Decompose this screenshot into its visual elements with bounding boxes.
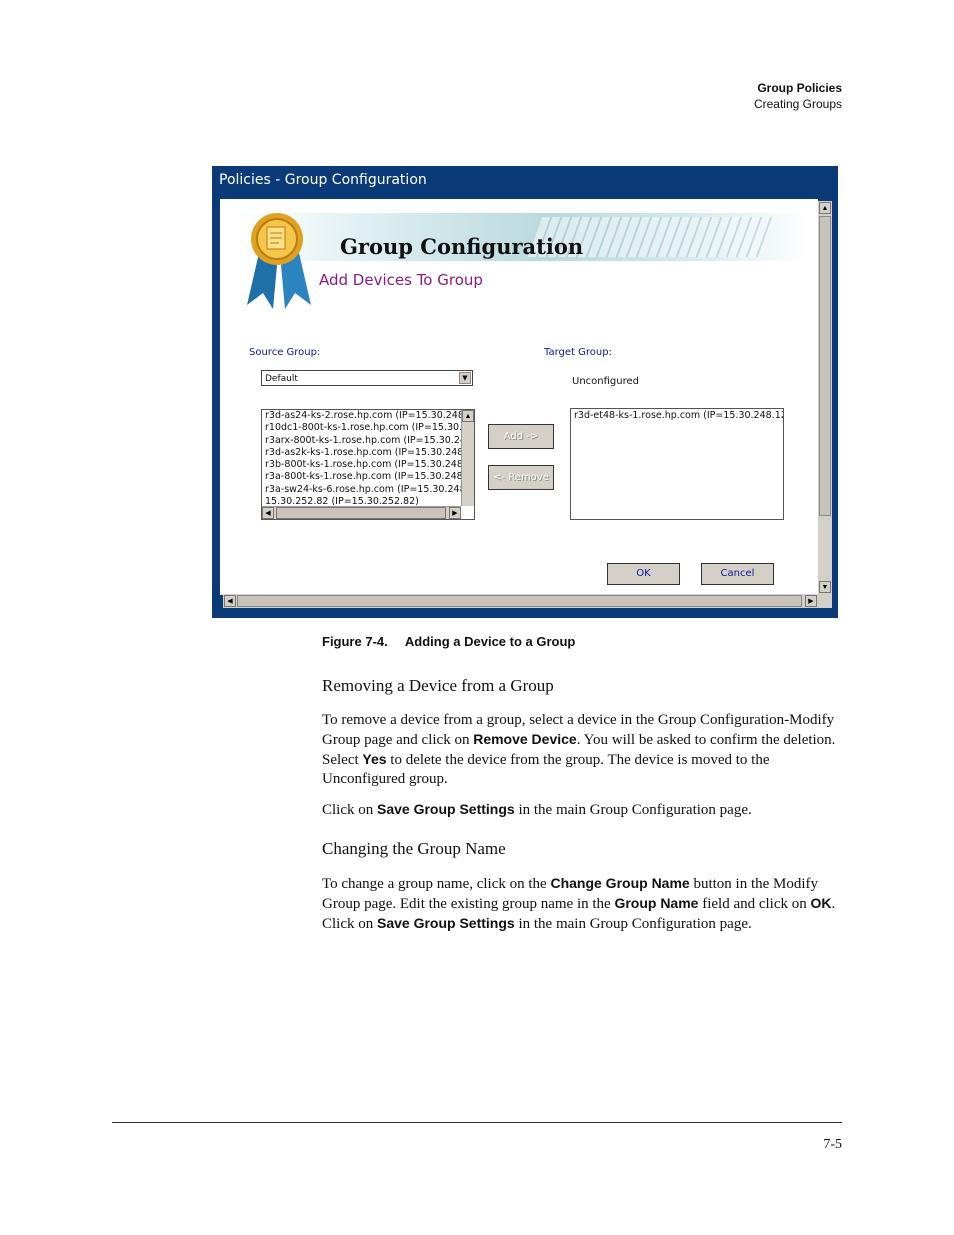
list-item[interactable]: r3d-as24-ks-2.rose.hp.com (IP=15.30.248.… <box>262 410 474 422</box>
source-device-list[interactable]: r3d-as24-ks-2.rose.hp.com (IP=15.30.248.… <box>261 409 475 520</box>
scroll-left-icon[interactable]: ◀ <box>224 595 236 607</box>
target-group-value: Unconfigured <box>572 376 639 387</box>
chevron-down-icon[interactable]: ▼ <box>459 372 471 384</box>
scroll-thumb[interactable] <box>237 595 802 607</box>
ui-term: Change Group Name <box>550 875 690 891</box>
target-device-list[interactable]: r3d-et48-ks-1.rose.hp.com (IP=15.30.248.… <box>570 408 784 520</box>
list-item[interactable]: r3a-800t-ks-1.rose.hp.com (IP=15.30.248.… <box>262 471 474 483</box>
award-ribbon-icon <box>247 213 311 309</box>
text-run: Click on <box>322 802 377 818</box>
source-group-select[interactable]: Default ▼ <box>261 370 473 386</box>
source-group-select-value: Default <box>265 374 298 384</box>
text-run: in the main Group Configuration page. <box>514 916 752 932</box>
list-item[interactable]: r10dc1-800t-ks-1.rose.hp.com (IP=15.30.2… <box>262 422 474 434</box>
banner-title: Group Configuration <box>340 234 584 259</box>
list-item[interactable]: r3arx-800t-ks-1.rose.hp.com (IP=15.30.24… <box>262 435 474 447</box>
text-run: in the main Group Configuration page. <box>514 802 752 818</box>
ok-button[interactable]: OK <box>607 563 680 585</box>
ui-term: Group Name <box>614 895 699 911</box>
add-button[interactable]: Add -> <box>488 424 554 449</box>
scroll-left-icon[interactable]: ◀ <box>262 507 274 519</box>
ui-term: Save Group Settings <box>377 915 515 931</box>
scroll-down-icon[interactable]: ▼ <box>819 581 831 593</box>
scroll-right-icon[interactable]: ▶ <box>449 507 461 519</box>
scroll-up-icon[interactable]: ▲ <box>462 410 474 422</box>
paragraph-save-settings: Click on Save Group Settings in the main… <box>322 800 844 820</box>
window-client-area: Group Configuration Add Devices To Group… <box>220 199 818 595</box>
paragraph-removing: To remove a device from a group, select … <box>322 711 844 789</box>
page-content: Group Configuration Add Devices To Group… <box>235 213 808 595</box>
scroll-up-icon[interactable]: ▲ <box>819 202 831 214</box>
section-heading-changing: Changing the Group Name <box>322 839 506 858</box>
footer-rule <box>112 1122 842 1123</box>
list-item[interactable]: r3d-as2k-ks-1.rose.hp.com (IP=15.30.248.… <box>262 447 474 459</box>
ui-term: Remove Device <box>473 731 577 747</box>
target-group-label: Target Group: <box>544 347 612 358</box>
figure-number: Figure 7-4. <box>322 634 388 649</box>
window-title: Policies - Group Configuration <box>219 172 427 188</box>
figure-title: Adding a Device to a Group <box>404 634 576 649</box>
list-item[interactable]: r3d-et48-ks-1.rose.hp.com (IP=15.30.248.… <box>571 409 783 422</box>
list-item[interactable]: r3b-800t-ks-1.rose.hp.com (IP=15.30.248.… <box>262 459 474 471</box>
text-run: to delete the device from the group. The… <box>322 752 770 787</box>
page-subtitle: Add Devices To Group <box>319 271 483 289</box>
source-list-vertical-scrollbar[interactable]: ▲ <box>461 410 474 506</box>
source-list-horizontal-scrollbar[interactable]: ◀ ▶ <box>262 506 461 519</box>
window-horizontal-scrollbar[interactable]: ◀ ▶ <box>223 594 818 608</box>
running-header-section: Creating Groups <box>753 97 842 111</box>
remove-button[interactable]: <- Remove <box>488 465 554 490</box>
ui-term: Yes <box>362 751 387 767</box>
cancel-button[interactable]: Cancel <box>701 563 774 585</box>
scrollbar-corner <box>818 594 832 608</box>
ui-term: Save Group Settings <box>377 801 515 817</box>
scroll-thumb[interactable] <box>819 216 831 516</box>
page-number: 7-5 <box>823 1137 842 1152</box>
text-run: field and click on <box>698 896 811 912</box>
group-configuration-window: Policies - Group Configuration Group Con… <box>212 166 838 618</box>
section-heading-removing: Removing a Device from a Group <box>322 676 554 695</box>
paragraph-changing: To change a group name, click on the Cha… <box>322 874 844 934</box>
window-vertical-scrollbar[interactable]: ▲ ▼ <box>818 201 832 594</box>
figure-caption: Figure 7-4. Adding a Device to a Group <box>322 634 575 649</box>
ui-term: OK <box>810 895 832 911</box>
text-run: To change a group name, click on the <box>322 876 551 892</box>
source-group-label: Source Group: <box>249 347 321 358</box>
running-header-chapter: Group Policies <box>757 81 842 95</box>
scroll-right-icon[interactable]: ▶ <box>805 595 817 607</box>
list-item[interactable]: r3a-sw24-ks-6.rose.hp.com (IP=15.30.248.… <box>262 484 474 496</box>
scroll-thumb[interactable] <box>276 507 446 519</box>
